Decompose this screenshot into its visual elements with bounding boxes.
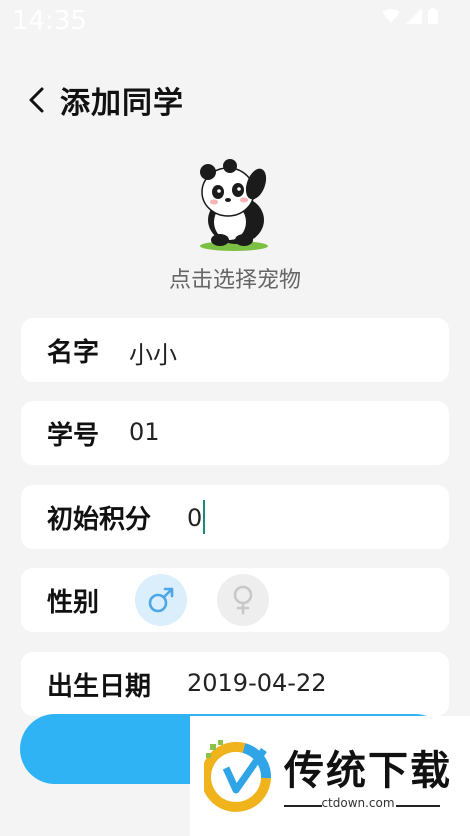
student-id-input[interactable]: 01: [129, 418, 160, 446]
female-icon: [233, 585, 253, 615]
birthday-label: 出生日期: [47, 672, 152, 702]
gender-label: 性别: [47, 588, 100, 618]
student-id-row[interactable]: 学号 01: [21, 401, 449, 465]
header: 添加同学: [0, 76, 470, 124]
watermark-title: 传统下载: [284, 748, 452, 794]
panda-pet-image[interactable]: [186, 154, 282, 254]
signal-icon: [406, 8, 422, 24]
male-button[interactable]: [135, 574, 187, 626]
birthday-row[interactable]: 出生日期 2019-04-22: [21, 652, 449, 716]
gender-row: 性别: [21, 568, 449, 632]
select-pet-label[interactable]: 点击选择宠物: [0, 262, 470, 294]
status-bar: 14:35: [0, 0, 470, 44]
status-time: 14:35: [12, 6, 87, 36]
wifi-icon: [382, 9, 400, 23]
initial-score-label: 初始积分: [47, 505, 152, 535]
watermark-overlay: 传统下载 ctdown.com: [190, 716, 470, 836]
birthday-value[interactable]: 2019-04-22: [187, 669, 326, 697]
text-cursor: [203, 500, 206, 534]
male-icon: [148, 587, 174, 613]
battery-icon: [428, 8, 438, 24]
watermark-site: ctdown.com: [321, 796, 395, 810]
back-arrow-icon[interactable]: [24, 84, 52, 116]
student-id-label: 学号: [47, 421, 100, 451]
name-row[interactable]: 名字 小小: [21, 318, 449, 382]
status-icons: [382, 8, 438, 24]
watermark-divider: [396, 805, 440, 807]
initial-score-field[interactable]: 0: [187, 500, 206, 536]
name-label: 名字: [47, 338, 100, 368]
initial-score-input[interactable]: 0: [187, 504, 202, 532]
name-input[interactable]: 小小: [129, 335, 177, 370]
female-button[interactable]: [217, 574, 269, 626]
initial-score-row[interactable]: 初始积分 0: [21, 485, 449, 549]
watermark-divider: [284, 805, 322, 807]
ctdown-logo-icon: [204, 740, 271, 812]
page-title: 添加同学: [60, 86, 184, 121]
